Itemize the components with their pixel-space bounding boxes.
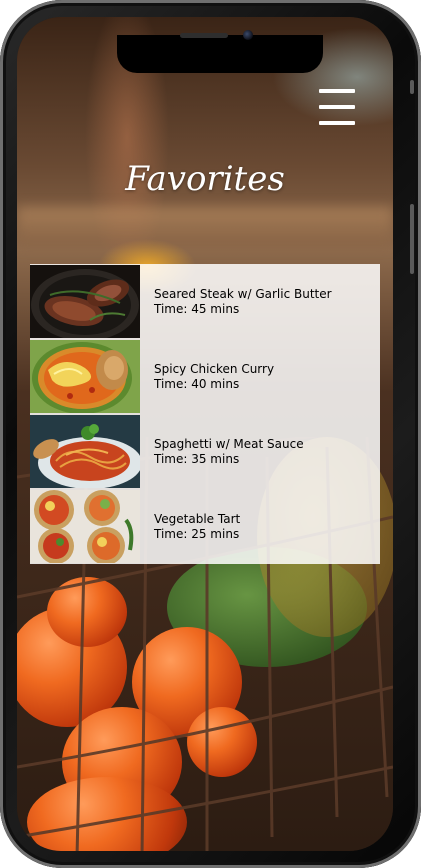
- menu-bar-top: [319, 89, 355, 93]
- speaker-grille: [180, 33, 228, 38]
- favorite-item-tart[interactable]: Vegetable Tart Time: 25 mins: [30, 489, 380, 564]
- menu-bar-middle: [319, 105, 355, 109]
- vegetable-tart-photo: [30, 490, 140, 563]
- front-camera: [243, 30, 253, 40]
- background-shelf: [17, 207, 393, 247]
- favorite-item-text: Spicy Chicken Curry Time: 40 mins: [154, 362, 274, 392]
- recipe-name: Vegetable Tart: [154, 511, 241, 526]
- tomato-decor: [187, 707, 257, 777]
- favorites-list: Seared Steak w/ Garlic Butter Time: 45 m…: [30, 264, 380, 564]
- phone-notch: [117, 35, 323, 73]
- power-button: [410, 204, 414, 274]
- recipe-name: Spaghetti w/ Meat Sauce: [154, 436, 304, 451]
- steak-photo: [30, 265, 140, 338]
- favorite-item-text: Vegetable Tart Time: 25 mins: [154, 512, 240, 542]
- menu-bar-bottom: [319, 121, 355, 125]
- favorite-item-text: Spaghetti w/ Meat Sauce Time: 35 mins: [154, 437, 304, 467]
- recipe-name: Spicy Chicken Curry: [154, 361, 275, 376]
- app-screen: Favorites Seared Steak w/ Garlic Butter …: [17, 17, 393, 851]
- recipe-time: Time: 25 mins: [154, 526, 240, 541]
- recipe-name: Seared Steak w/ Garlic Butter: [154, 286, 332, 301]
- favorite-item-curry[interactable]: Spicy Chicken Curry Time: 40 mins: [30, 339, 380, 414]
- side-switch: [410, 80, 414, 94]
- phone-frame: Favorites Seared Steak w/ Garlic Butter …: [0, 0, 421, 868]
- recipe-time: Time: 35 mins: [154, 451, 240, 466]
- chicken-curry-photo: [30, 340, 140, 413]
- tomato-decor: [47, 577, 127, 647]
- favorite-item-steak[interactable]: Seared Steak w/ Garlic Butter Time: 45 m…: [30, 264, 380, 339]
- recipe-time: Time: 45 mins: [154, 301, 240, 316]
- favorite-item-spaghetti[interactable]: Spaghetti w/ Meat Sauce Time: 35 mins: [30, 414, 380, 489]
- page-title: Favorites: [125, 159, 285, 199]
- hamburger-menu-icon[interactable]: [319, 89, 355, 125]
- favorite-item-text: Seared Steak w/ Garlic Butter Time: 45 m…: [154, 287, 332, 317]
- spaghetti-photo: [30, 415, 140, 488]
- recipe-time: Time: 40 mins: [154, 376, 240, 391]
